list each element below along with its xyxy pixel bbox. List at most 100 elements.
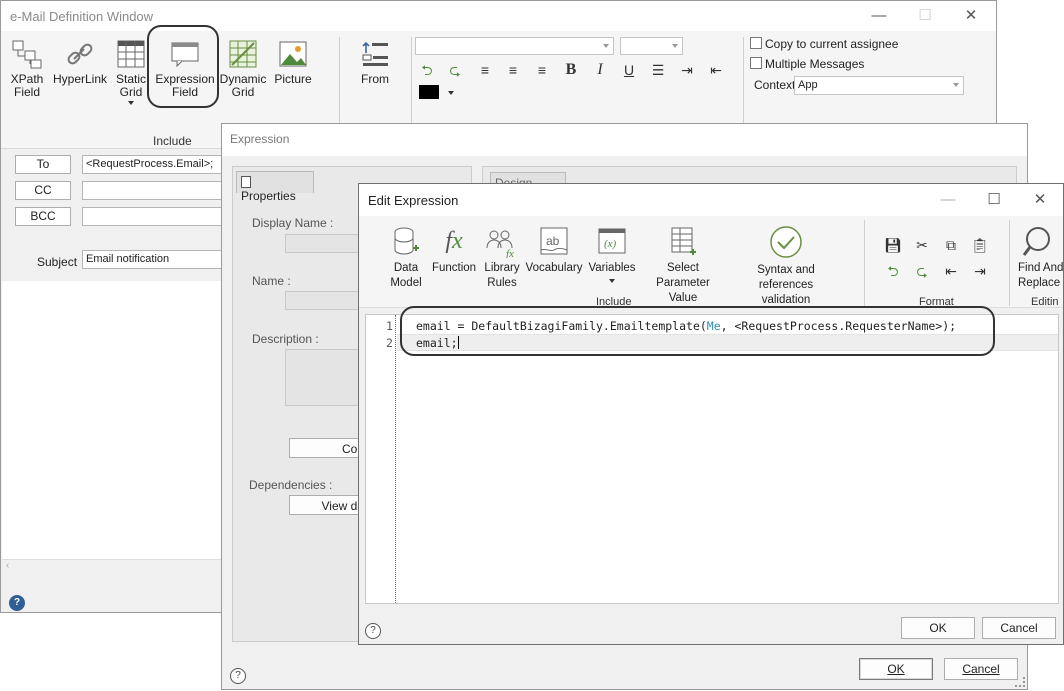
chevron-down-icon	[672, 44, 678, 48]
horizontal-scrollbar[interactable]: ‹	[2, 559, 224, 573]
copy-button[interactable]: Cop	[289, 438, 369, 458]
help-icon[interactable]: ?	[365, 623, 381, 639]
edit-expression-toolbar: Data Model fx Function fx Library Rules …	[359, 216, 1063, 308]
select-parameter-icon	[671, 227, 696, 255]
to-input[interactable]: <RequestProcess.Email>;	[82, 155, 227, 174]
select-parameter-label-1: Select Parameter	[656, 262, 710, 289]
multiple-messages-checkbox[interactable]	[750, 57, 762, 69]
italic-icon[interactable]: I	[590, 61, 610, 79]
dynamic-grid-button[interactable]: Dynamic Grid	[219, 39, 267, 99]
redo-icon[interactable]: ⮎	[912, 262, 932, 280]
subject-input[interactable]: Email notification	[82, 250, 227, 269]
database-icon	[394, 227, 419, 255]
select-parameter-button[interactable]: Select Parameter Value	[639, 226, 727, 306]
name-input[interactable]	[285, 291, 365, 310]
help-icon[interactable]: ?	[230, 668, 246, 684]
paste-icon[interactable]: 📋︎	[970, 236, 990, 254]
font-color-swatch[interactable]	[419, 85, 439, 99]
from-label: From	[361, 72, 389, 86]
variables-button[interactable]: (x) Variables	[587, 226, 637, 283]
library-rules-label-2: Rules	[487, 277, 517, 289]
expression-cancel-button[interactable]: Cancel	[944, 658, 1018, 680]
align-center-icon[interactable]: ≡	[503, 61, 523, 79]
bcc-button[interactable]: BCC	[15, 207, 71, 226]
hyperlink-button[interactable]: HyperLink	[51, 39, 109, 86]
variables-icon: (x)	[598, 228, 626, 254]
link-icon	[67, 43, 93, 65]
align-right-icon[interactable]: ≡	[532, 61, 552, 79]
minimize-icon[interactable]: —	[925, 187, 971, 213]
cc-button[interactable]: CC	[15, 181, 71, 200]
chevron-down-icon	[128, 101, 134, 105]
data-model-button[interactable]: Data Model	[385, 226, 427, 291]
email-window-titlebar: e-Mail Definition Window — ☐ ✕	[1, 1, 996, 31]
bold-icon[interactable]: B	[561, 61, 581, 79]
picture-button[interactable]: Picture	[270, 39, 316, 86]
vocabulary-icon: ab	[540, 227, 568, 255]
outdent-icon[interactable]: ⇤	[941, 262, 961, 280]
bcc-input[interactable]	[82, 207, 227, 226]
outdent-icon[interactable]: ⇤	[706, 61, 726, 79]
close-icon[interactable]: ✕	[948, 3, 994, 29]
from-icon	[362, 41, 388, 66]
xpath-field-button[interactable]: XPath Field	[7, 39, 47, 99]
syntax-validation-button[interactable]: Syntax and references validation	[729, 226, 843, 308]
email-body-area[interactable]	[2, 281, 224, 559]
view-dependencies-button[interactable]: View de	[289, 495, 369, 515]
picture-icon	[279, 41, 307, 67]
font-size-combo[interactable]	[620, 37, 683, 55]
align-left-icon[interactable]: ≡	[475, 61, 495, 79]
description-input[interactable]	[285, 349, 365, 406]
minimize-icon[interactable]: —	[856, 3, 902, 29]
properties-tab[interactable]: Properties	[236, 171, 314, 203]
undo-icon[interactable]: ⮌	[417, 61, 437, 79]
copy-icon[interactable]: ⧉	[941, 236, 961, 254]
code-editor[interactable]: 1 2 email = DefaultBizagiFamily.Emailtem…	[365, 314, 1059, 604]
close-icon[interactable]: ✕	[1017, 187, 1063, 213]
copy-assignee-checkbox[interactable]	[750, 37, 762, 49]
display-name-input[interactable]	[285, 234, 365, 253]
hyperlink-label: HyperLink	[52, 72, 108, 86]
undo-icon[interactable]: ⮌	[883, 262, 903, 280]
underline-icon[interactable]: U	[619, 61, 639, 79]
find-replace-button[interactable]: Find And Replace	[1013, 226, 1064, 291]
check-icon	[770, 226, 802, 258]
cut-icon[interactable]: ✂	[912, 236, 932, 254]
chevron-down-icon	[609, 279, 615, 283]
maximize-icon[interactable]: ☐	[971, 187, 1017, 213]
library-rules-icon: fx	[486, 230, 514, 258]
bcc-label: BCC	[30, 209, 56, 223]
indent-icon[interactable]: ⇥	[970, 262, 990, 280]
maximize-icon[interactable]: ☐	[902, 3, 948, 29]
scroll-left-icon[interactable]: ‹	[6, 560, 9, 571]
resize-grip-icon[interactable]	[1015, 677, 1025, 687]
toolbar-separator	[864, 220, 865, 306]
save-icon[interactable]: 💾︎	[883, 236, 903, 254]
dynamic-grid-label-1: Dynamic	[219, 72, 267, 86]
edit-cancel-button[interactable]: Cancel	[982, 617, 1056, 639]
font-family-combo[interactable]	[415, 37, 614, 55]
indent-icon[interactable]: ⇥	[677, 61, 697, 79]
toolbar-separator	[1009, 220, 1010, 306]
expression-ok-button[interactable]: OK	[859, 658, 933, 680]
bullet-list-icon[interactable]: ☰	[648, 61, 668, 79]
data-model-label-1: Data	[393, 262, 419, 274]
chevron-down-icon	[603, 44, 609, 48]
dependencies-label: Dependencies :	[249, 478, 333, 492]
redo-icon[interactable]: ⮎	[445, 61, 465, 79]
context-combo[interactable]: App	[794, 76, 964, 95]
function-button[interactable]: fx Function	[431, 226, 477, 276]
library-rules-button[interactable]: fx Library Rules	[481, 226, 523, 291]
chevron-down-icon[interactable]	[448, 91, 454, 95]
to-button[interactable]: To	[15, 155, 71, 174]
cc-input[interactable]	[82, 181, 227, 200]
from-button[interactable]: From	[353, 39, 397, 86]
svg-text:(x): (x)	[604, 238, 617, 250]
xpath-label-1: XPath	[10, 72, 44, 86]
line-number-2: 2	[386, 336, 393, 350]
edit-ok-button[interactable]: OK	[901, 617, 975, 639]
display-name-label: Display Name :	[252, 216, 334, 230]
static-grid-button[interactable]: Static Grid	[111, 39, 151, 105]
vocabulary-button[interactable]: ab Vocabulary	[525, 226, 583, 276]
help-icon[interactable]: ?	[9, 595, 25, 611]
